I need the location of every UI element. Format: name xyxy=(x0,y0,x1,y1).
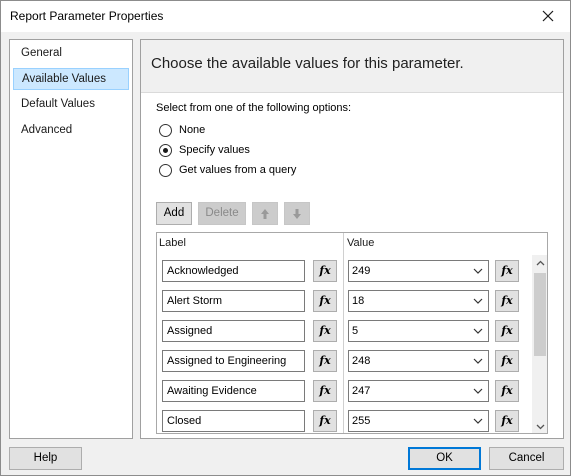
chevron-down-icon xyxy=(473,328,483,334)
move-down-button[interactable] xyxy=(284,202,310,225)
close-icon xyxy=(542,10,554,22)
nav-item-label: Advanced xyxy=(21,124,73,136)
radio-button[interactable] xyxy=(159,163,172,177)
table-row: Assigned to Engineering fx 248 fx xyxy=(157,350,533,380)
table-row: Acknowledged fx 249 fx xyxy=(157,260,533,290)
value-text: 18 xyxy=(352,295,365,307)
scroll-up-button[interactable] xyxy=(532,255,547,271)
value-expression-button[interactable]: fx xyxy=(495,380,519,402)
move-up-button[interactable] xyxy=(252,202,278,225)
close-button[interactable] xyxy=(526,1,570,31)
page-heading: Choose the available values for this par… xyxy=(151,55,464,72)
value-text: 248 xyxy=(352,355,371,367)
chevron-down-icon xyxy=(473,298,483,304)
arrow-down-icon xyxy=(293,209,301,219)
label-field[interactable]: Awaiting Evidence xyxy=(162,380,305,402)
chevron-down-icon xyxy=(473,268,483,274)
radio-button[interactable] xyxy=(159,143,172,157)
nav-item-available-values[interactable]: Available Values xyxy=(13,68,129,90)
values-grid: Label Value Acknowledged fx 249 fx Alert… xyxy=(156,232,548,434)
arrow-up-icon xyxy=(261,209,269,219)
radio-label: None xyxy=(179,124,206,136)
ok-button[interactable]: OK xyxy=(408,447,481,470)
radio-specify-values[interactable]: Specify values xyxy=(159,142,250,158)
label-field[interactable]: Assigned to Engineering xyxy=(162,350,305,372)
chevron-down-icon xyxy=(473,388,483,394)
nav-item-advanced[interactable]: Advanced xyxy=(13,120,129,142)
chevron-up-icon xyxy=(536,260,544,266)
scroll-down-button[interactable] xyxy=(532,419,547,433)
table-row: Assigned fx 5 fx xyxy=(157,320,533,350)
value-combo[interactable]: 249 xyxy=(348,260,489,282)
value-column-header: Value xyxy=(347,237,375,249)
report-parameter-properties-dialog: Report Parameter Properties General Avai… xyxy=(0,0,571,476)
label-expression-button[interactable]: fx xyxy=(313,350,337,372)
label-column-header: Label xyxy=(159,237,186,249)
table-row: Closed fx 255 fx xyxy=(157,410,533,433)
chevron-down-icon xyxy=(473,418,483,424)
chevron-down-icon xyxy=(536,424,544,430)
cancel-button[interactable]: Cancel xyxy=(489,447,564,470)
nav-item-label: Default Values xyxy=(21,98,95,110)
radio-get-values-from-query[interactable]: Get values from a query xyxy=(159,162,296,178)
value-combo[interactable]: 18 xyxy=(348,290,489,312)
label-field[interactable]: Alert Storm xyxy=(162,290,305,312)
radio-button[interactable] xyxy=(159,123,172,137)
value-expression-button[interactable]: fx xyxy=(495,410,519,432)
options-label: Select from one of the following options… xyxy=(156,102,352,114)
value-expression-button[interactable]: fx xyxy=(495,350,519,372)
label-expression-button[interactable]: fx xyxy=(313,320,337,342)
value-combo[interactable]: 5 xyxy=(348,320,489,342)
dialog-title: Report Parameter Properties xyxy=(10,9,164,23)
value-text: 5 xyxy=(352,325,359,337)
nav-item-label: General xyxy=(21,47,62,59)
nav-item-label: Available Values xyxy=(22,73,106,85)
value-expression-button[interactable]: fx xyxy=(495,320,519,342)
radio-label: Get values from a query xyxy=(179,164,297,176)
title-bar: Report Parameter Properties xyxy=(1,1,570,32)
table-row: Awaiting Evidence fx 247 fx xyxy=(157,380,533,410)
content-header: Choose the available values for this par… xyxy=(141,40,563,93)
value-combo[interactable]: 248 xyxy=(348,350,489,372)
scroll-thumb[interactable] xyxy=(534,273,546,356)
value-combo[interactable]: 255 xyxy=(348,410,489,432)
label-field[interactable]: Assigned xyxy=(162,320,305,342)
value-text: 255 xyxy=(352,415,371,427)
content-panel: Choose the available values for this par… xyxy=(140,39,564,439)
nav-item-general[interactable]: General xyxy=(13,43,129,65)
value-combo[interactable]: 247 xyxy=(348,380,489,402)
value-text: 249 xyxy=(352,265,371,277)
radio-label: Specify values xyxy=(179,144,250,156)
label-expression-button[interactable]: fx xyxy=(313,290,337,312)
label-expression-button[interactable]: fx xyxy=(313,380,337,402)
value-text: 247 xyxy=(352,385,371,397)
chevron-down-icon xyxy=(473,358,483,364)
value-expression-button[interactable]: fx xyxy=(495,290,519,312)
label-expression-button[interactable]: fx xyxy=(313,260,337,282)
page-nav: General Available Values Default Values … xyxy=(9,39,133,439)
help-button[interactable]: Help xyxy=(9,447,82,470)
radio-none[interactable]: None xyxy=(159,122,205,138)
table-row: Alert Storm fx 18 fx xyxy=(157,290,533,320)
delete-button[interactable]: Delete xyxy=(198,202,246,225)
label-expression-button[interactable]: fx xyxy=(313,410,337,432)
grid-scrollbar[interactable] xyxy=(532,255,547,433)
nav-item-default-values[interactable]: Default Values xyxy=(13,94,129,116)
label-field[interactable]: Closed xyxy=(162,410,305,432)
label-field[interactable]: Acknowledged xyxy=(162,260,305,282)
value-expression-button[interactable]: fx xyxy=(495,260,519,282)
add-button[interactable]: Add xyxy=(156,202,192,225)
